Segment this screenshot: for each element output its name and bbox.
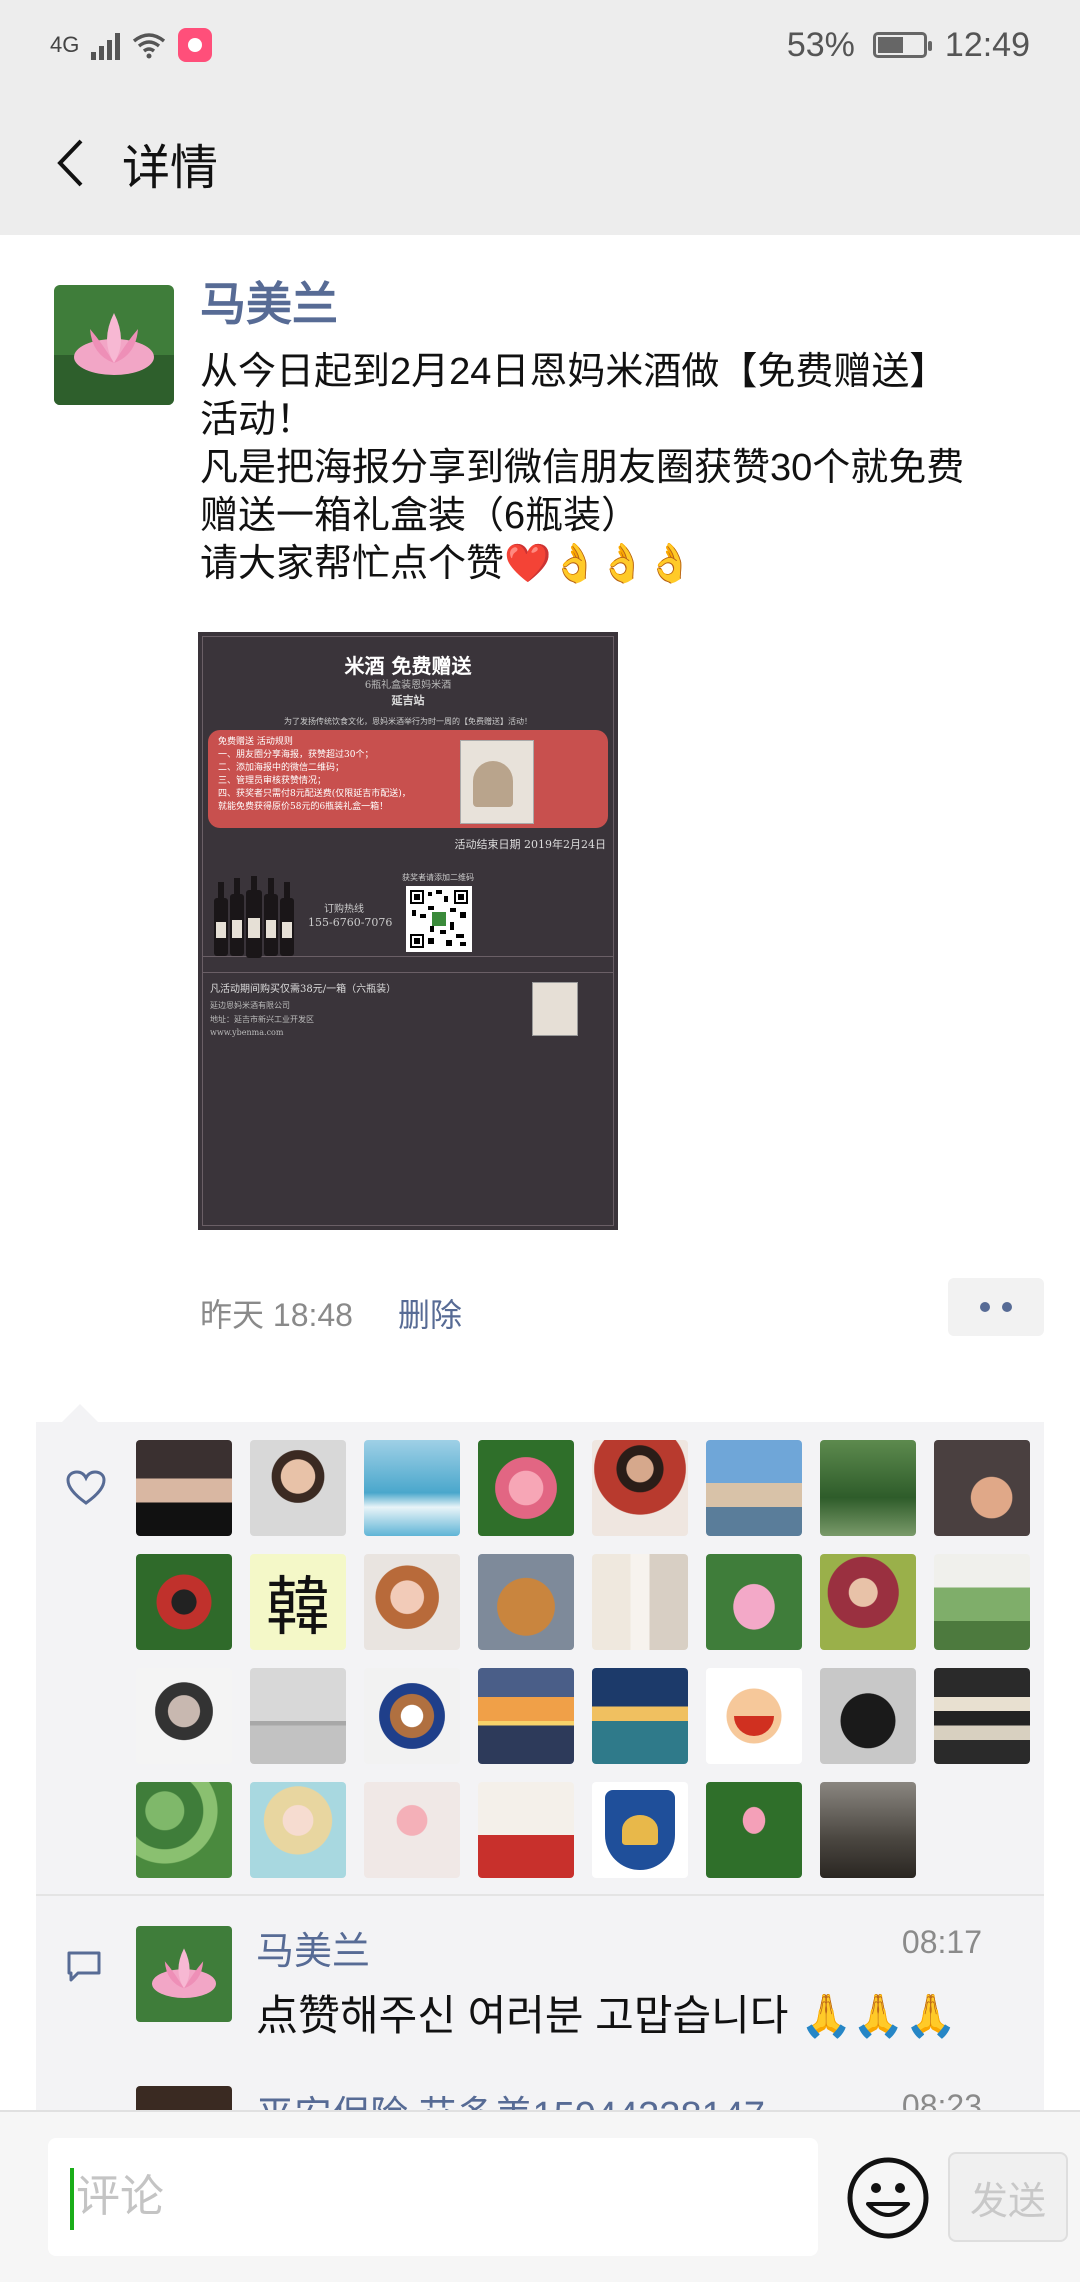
liker-avatar[interactable] (478, 1668, 574, 1764)
poster-end-date: 活动结束日期 2019年2月24日 (454, 838, 607, 851)
liker-avatar[interactable] (364, 1668, 460, 1764)
panel-arrow (62, 1404, 98, 1422)
battery-percent: 53% (786, 25, 855, 64)
post-line: 从今日起到2月24日恩妈米酒做【免费赠送】 (200, 351, 948, 393)
liker-avatar[interactable] (478, 1440, 574, 1536)
liker-avatar[interactable] (136, 1782, 232, 1878)
liker-avatar[interactable] (820, 1554, 916, 1650)
poster-rule: 四、获奖者只需付8元配送费(仅限延吉市配送)， (218, 789, 411, 799)
poster-rule: 三、管理员审核获赞情况； (218, 776, 327, 786)
poster-rule: 就能免费获得原价58元的6瓶装礼盒一箱！ (218, 802, 389, 812)
poster-station: 延吉站 (391, 694, 425, 707)
liker-avatar[interactable] (136, 1440, 232, 1536)
poster-hotline: 155-6760-7076 (308, 916, 393, 929)
liker-avatar[interactable] (820, 1668, 916, 1764)
poster-product-box (460, 740, 534, 824)
poster-rules-title: 免费赠送 活动规则 (218, 737, 293, 747)
author-name[interactable]: 马美兰 (200, 268, 338, 334)
poster-company: 延边恩妈米酒有限公司 (210, 1001, 290, 1010)
post-text: 从今日起到2月24日恩妈米酒做【免费赠送】 活动！ 凡是把海报分享到微信朋友圈获… (200, 348, 1060, 588)
poster-address: 地址：延吉市新兴工业开发区 (210, 1015, 314, 1024)
comment-icon (67, 1951, 101, 1982)
poster-title: 米酒 免费赠送 (344, 654, 472, 678)
page-title: 详情 (122, 141, 219, 195)
liker-avatar[interactable] (706, 1440, 802, 1536)
post-line: 活动！ (200, 399, 315, 441)
poster-rules-box: 免费赠送 活动规则 一、朋友圈分享海报，获赞超过30个； 二、添加海报中的微信二… (208, 730, 608, 828)
status-bar: 4G 53% 12:49 (0, 0, 1080, 90)
send-button[interactable]: 发送 (948, 2152, 1068, 2242)
liker-avatar[interactable] (250, 1782, 346, 1878)
liker-avatar[interactable] (706, 1668, 802, 1764)
clock: 12:49 (944, 25, 1030, 64)
poster-rule: 一、朋友圈分享海报，获赞超过30个； (218, 750, 374, 760)
post-line: 凡是把海报分享到微信朋友圈获赞30个就免费 (200, 447, 965, 489)
more-actions-button[interactable] (948, 1278, 1044, 1336)
liker-avatar[interactable] (478, 1554, 574, 1650)
liker-avatar[interactable] (250, 1440, 346, 1536)
poster-subtitle: 6瓶礼盒装恩妈米酒 (364, 680, 452, 691)
battery-icon (872, 32, 932, 58)
liker-avatar[interactable] (250, 1668, 346, 1764)
liker-avatar[interactable] (934, 1668, 1030, 1764)
comment-time: 08:17 (901, 1924, 982, 1960)
liker-avatar[interactable] (364, 1554, 460, 1650)
post-line: 请大家帮忙点个赞❤️👌👌👌 (200, 543, 694, 585)
poster-gift-box (532, 982, 578, 1036)
qr-code (406, 886, 472, 952)
wifi-icon (133, 33, 166, 59)
poster-rule: 二、添加海报中的微信二维码； (218, 763, 345, 773)
comment-input[interactable] (48, 2138, 818, 2256)
commenter-avatar[interactable] (136, 1926, 232, 2022)
liker-avatar[interactable] (934, 1554, 1030, 1650)
author-avatar[interactable] (54, 285, 174, 405)
poster-qr-label: 获奖者请添加二维码 (402, 873, 474, 882)
liker-avatar[interactable] (592, 1668, 688, 1764)
commenter-name[interactable]: 马美兰 (256, 1920, 370, 1975)
liker-avatar[interactable] (592, 1782, 688, 1878)
liker-avatar[interactable] (820, 1782, 916, 1878)
comment-text[interactable]: 点赞해주신 여러분 고맙습니다 🙏🙏🙏 (256, 1982, 957, 2043)
liker-avatar[interactable] (136, 1554, 232, 1650)
poster-hotline-label: 订购热线 (324, 904, 364, 915)
post-image-poster[interactable]: 米酒 免费赠送 6瓶礼盒装恩妈米酒 延吉站 为了发扬传统饮食文化，恩妈米酒举行为… (198, 632, 618, 1230)
network-type: 4G (50, 32, 80, 57)
emoji-icon[interactable] (846, 2156, 930, 2240)
liker-avatar[interactable] (706, 1782, 802, 1878)
title-bar: 详情 (0, 90, 1080, 235)
liker-avatar[interactable] (136, 1668, 232, 1764)
poster-website: www.ybenma.com (210, 1028, 284, 1037)
poster-intro: 为了发扬传统饮食文化，恩妈米酒举行为时一周的【免费赠送】活动！ (284, 717, 532, 726)
liker-avatar[interactable] (592, 1554, 688, 1650)
liker-avatar[interactable] (592, 1440, 688, 1536)
liker-avatar[interactable] (934, 1440, 1030, 1536)
liker-avatar[interactable] (364, 1782, 460, 1878)
liker-avatar[interactable]: 韓 (250, 1554, 346, 1650)
likes-avatar-grid: 韓 (136, 1440, 1036, 1878)
delete-button[interactable]: 删除 (398, 1290, 462, 1336)
poster-promo: 凡活动期间购买仅需38元/一箱（六瓶装） (210, 984, 397, 995)
poster-bottles (214, 876, 294, 958)
heart-icon (66, 1470, 106, 1505)
liker-avatar[interactable] (478, 1782, 574, 1878)
liker-avatar[interactable] (364, 1440, 460, 1536)
liker-avatar[interactable] (820, 1440, 916, 1536)
comment-input-bar: 发送 (0, 2110, 1080, 2282)
back-icon[interactable] (30, 113, 110, 213)
likes-divider (36, 1894, 1044, 1896)
app-notification-icon (178, 28, 213, 62)
text-cursor (70, 2168, 74, 2230)
post-time: 昨天 18:48 (200, 1297, 353, 1333)
liker-avatar[interactable] (706, 1554, 802, 1650)
signal-icon (91, 30, 121, 60)
post-line: 赠送一箱礼盒装（6瓶装） (200, 495, 640, 537)
